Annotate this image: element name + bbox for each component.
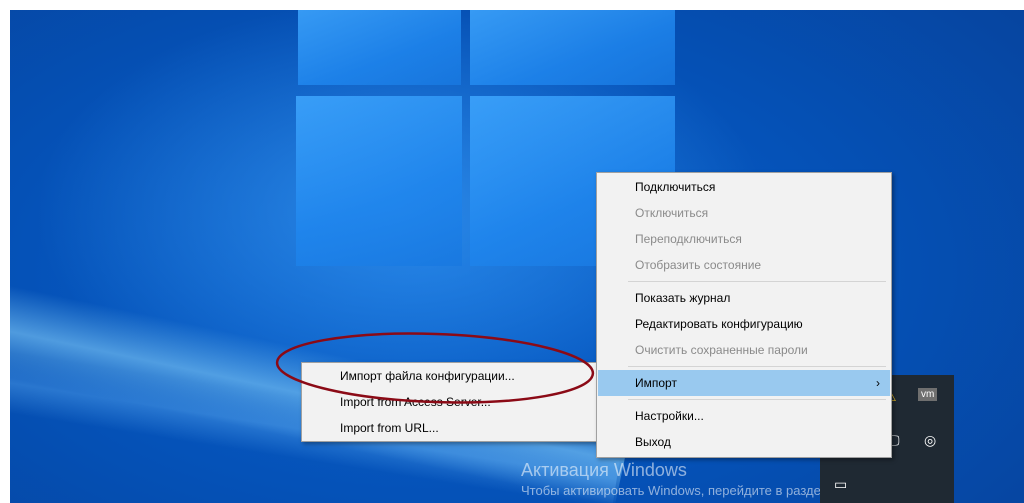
openvpn-tray-context-menu: Подключиться Отключиться Переподключитьс… (596, 172, 892, 458)
display-icon[interactable]: ▭ (834, 477, 847, 493)
windows-logo-pane (298, 10, 461, 85)
menu-item-show-log[interactable]: Показать журнал (598, 285, 890, 311)
windows-logo-pane (470, 10, 675, 85)
menu-item-import-label: Импорт (635, 376, 677, 390)
menu-item-show-status: Отобразить состояние (635, 258, 762, 272)
menu-item-clear-passwords: Очистить сохраненные пароли (635, 343, 808, 357)
vmware-icon[interactable]: vm (918, 388, 938, 401)
menu-item-edit-config[interactable]: Редактировать конфигурацию (598, 311, 890, 337)
windows-logo-pane (296, 96, 462, 266)
menu-separator (628, 281, 886, 282)
menu-item-settings[interactable]: Настройки... (598, 403, 890, 429)
menu-separator (628, 366, 886, 367)
camera-icon[interactable]: ◎ (924, 433, 936, 449)
chevron-right-icon: › (876, 376, 880, 390)
menu-item-import-access-server[interactable]: Import from Access Server... (302, 389, 600, 415)
menu-item-import[interactable]: Импорт › (598, 370, 890, 396)
menu-item-exit[interactable]: Выход (598, 429, 890, 455)
menu-separator (628, 399, 886, 400)
menu-item-import-config-file[interactable]: Импорт файла конфигурации... (302, 363, 600, 389)
menu-item-reconnect: Переподключиться (635, 232, 742, 246)
menu-item-disconnect: Отключиться (635, 206, 709, 220)
menu-item-import-url[interactable]: Import from URL... (302, 415, 600, 441)
import-submenu: Импорт файла конфигурации... Import from… (301, 362, 601, 442)
menu-item-connect[interactable]: Подключиться (598, 174, 890, 200)
